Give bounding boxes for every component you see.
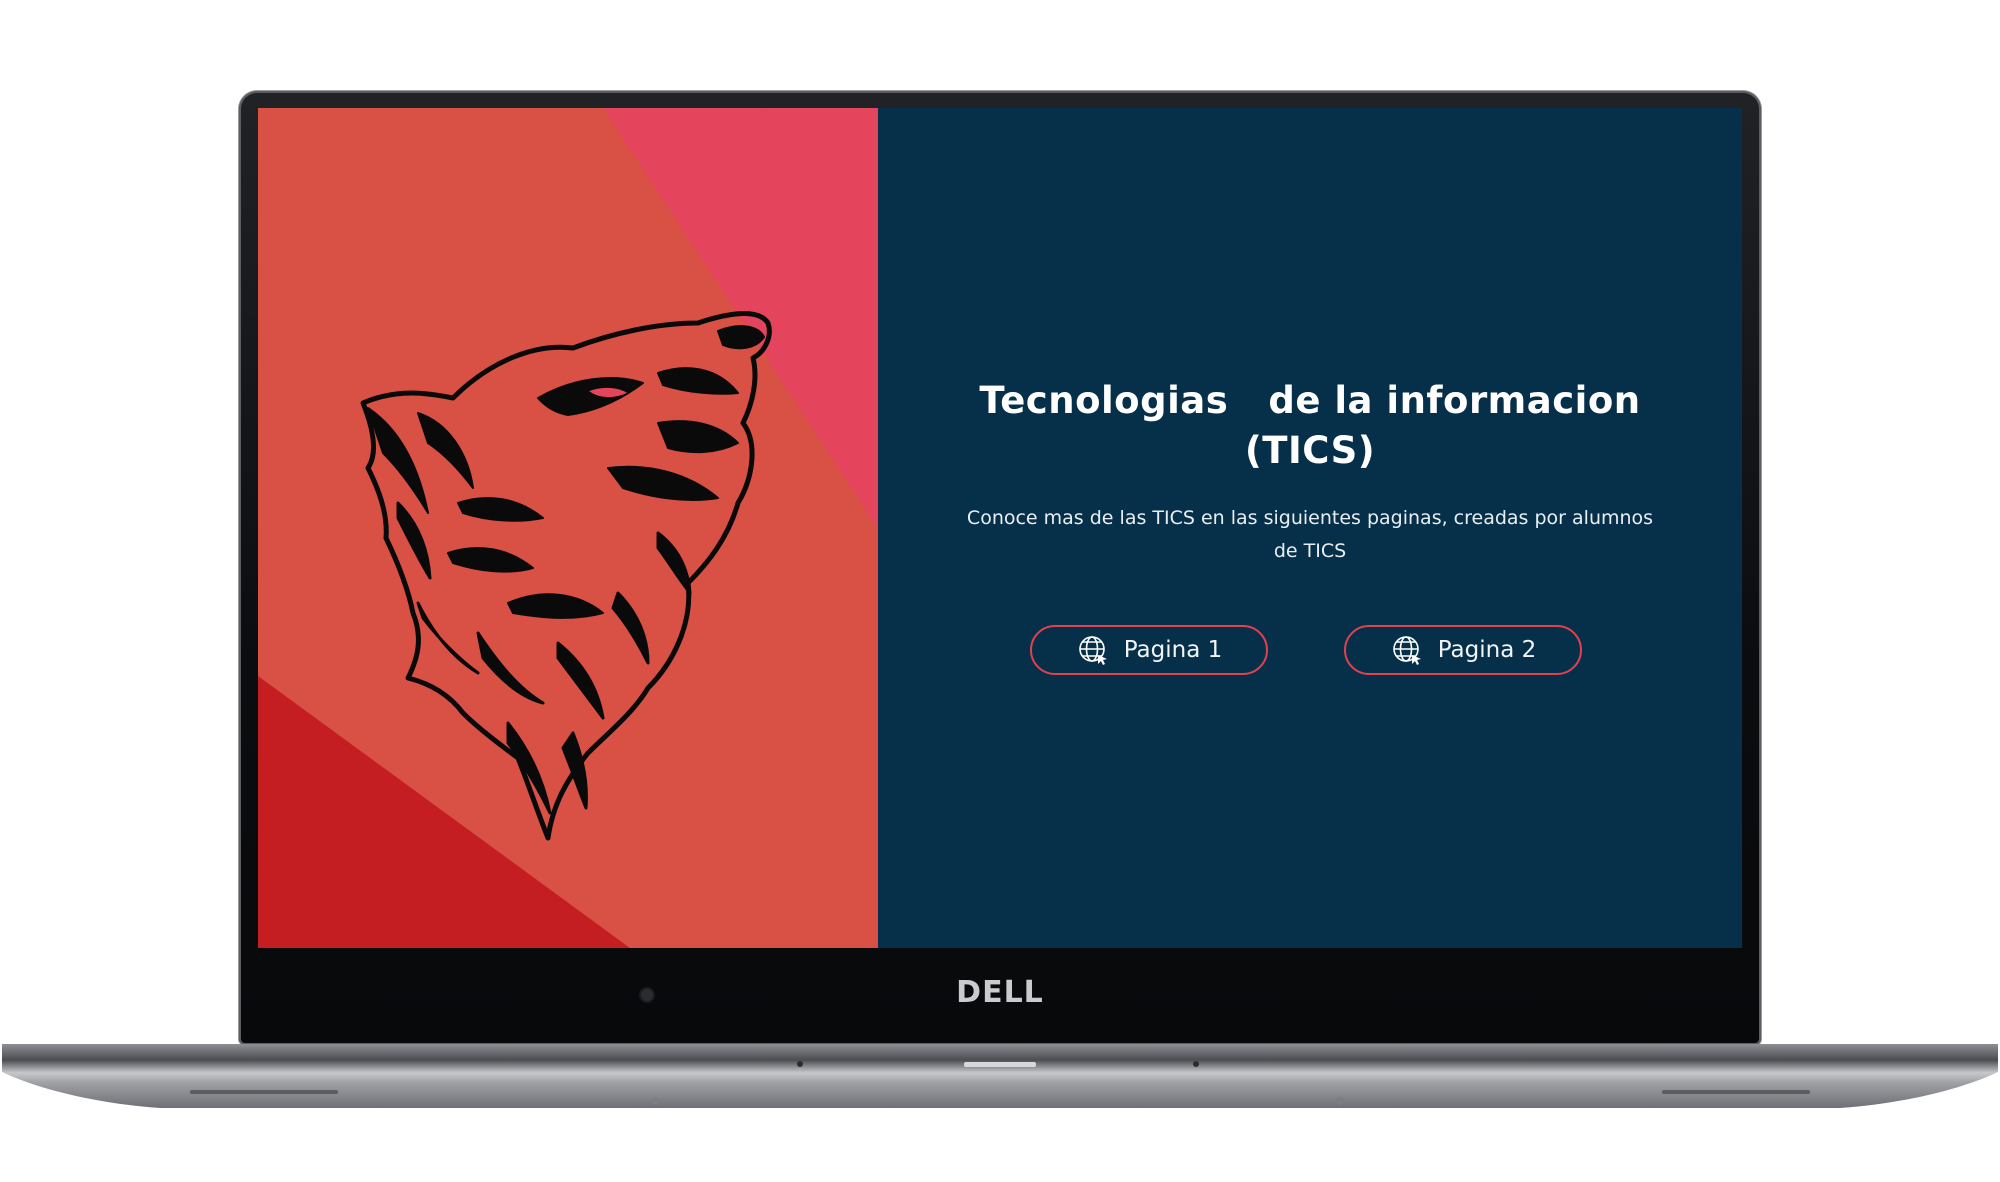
pagina-2-label: Pagina 2 bbox=[1437, 637, 1537, 663]
pagina-1-button[interactable]: Pagina 1 bbox=[1030, 625, 1268, 675]
laptop-base bbox=[2, 1044, 1998, 1108]
wolf-logo bbox=[360, 311, 772, 841]
laptop-screen: Tecnologias de la informacion (TICS) Con… bbox=[258, 108, 1742, 948]
pagina-1-label: Pagina 1 bbox=[1123, 637, 1223, 663]
laptop-mockup: Tecnologias de la informacion (TICS) Con… bbox=[0, 0, 2000, 1182]
hero-title: Tecnologias de la informacion (TICS) bbox=[979, 379, 1641, 472]
hero-content-panel: Tecnologias de la informacion (TICS) Con… bbox=[878, 108, 1742, 948]
webcam-icon bbox=[641, 989, 653, 1001]
globe-icon bbox=[1392, 636, 1421, 665]
hero-image-panel bbox=[258, 108, 878, 948]
pagina-2-button[interactable]: Pagina 2 bbox=[1344, 625, 1582, 675]
globe-icon bbox=[1078, 636, 1107, 665]
brand-logo: DELL bbox=[956, 975, 1044, 1010]
hero-subtitle: Conoce mas de las TICS en las siguientes… bbox=[966, 507, 1654, 562]
